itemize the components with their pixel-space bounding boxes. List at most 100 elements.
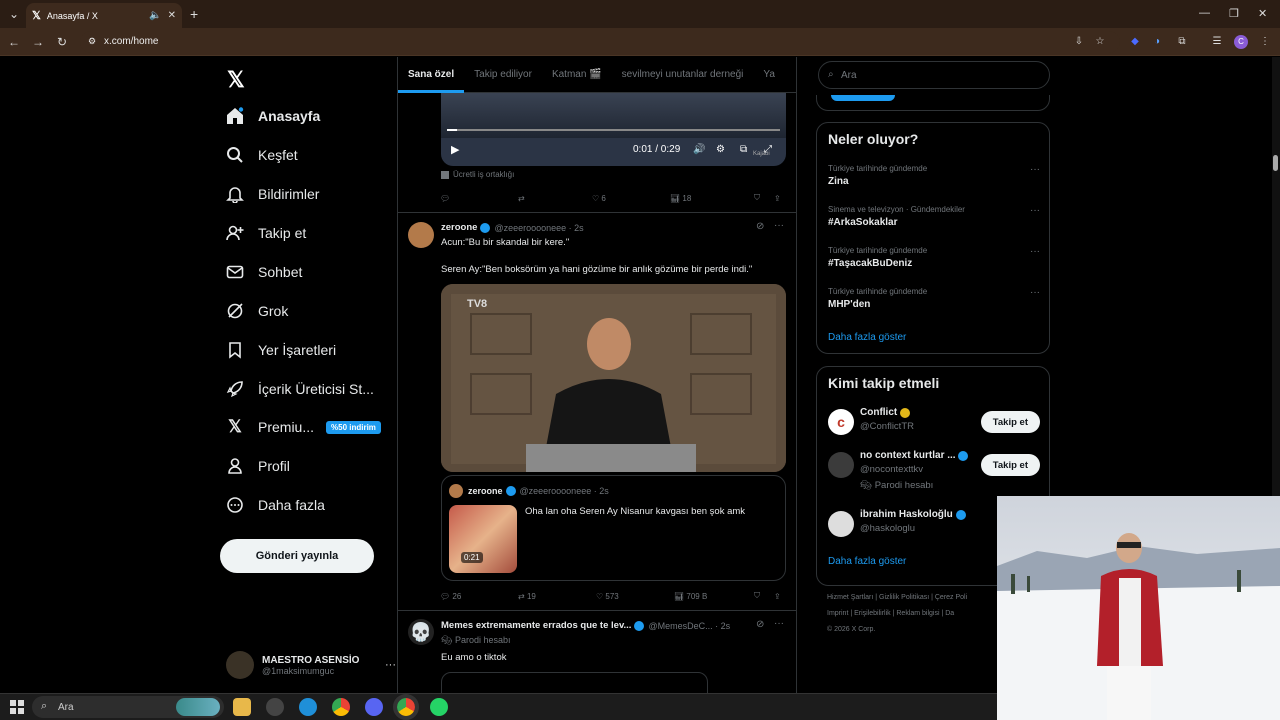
extension-2-icon[interactable]: ◑ (1150, 35, 1164, 49)
footer-links-1[interactable]: Hizmet Şartları | Gizlilik Politikası | … (827, 594, 967, 601)
trend-item[interactable]: Türkiye tarihinde gündemde #TaşacakBuDen… (828, 246, 1040, 269)
extension-1-icon[interactable]: ◆ (1128, 35, 1142, 49)
nav-more[interactable]: Daha fazla (226, 492, 325, 518)
chrome-active-icon[interactable] (393, 694, 419, 720)
trend-item[interactable]: Türkiye tarihinde gündemde MHP'den ··· (828, 287, 1040, 310)
quoted-post[interactable]: zeroone @zeeerooooneee · 2s 0:21 Oha lan… (441, 475, 786, 581)
browser-tab[interactable]: 𝕏 Anasayfa / X 🔈 ✕ (26, 3, 182, 28)
trend-more-icon[interactable]: ··· (1030, 205, 1040, 216)
post2-handle[interactable]: @zeeerooooneee (494, 223, 566, 233)
whatsapp-icon[interactable] (430, 698, 448, 716)
post3-time[interactable]: · 2s (715, 621, 730, 631)
nav-notifications[interactable]: Bildirimler (226, 181, 319, 207)
tab-for-you[interactable]: Sana özel (398, 57, 465, 93)
trends-show-more[interactable]: Daha fazla göster (828, 332, 906, 343)
post2-more-icon[interactable]: ··· (774, 220, 784, 231)
like-button[interactable]: ♡ 6 (592, 191, 670, 205)
post2-avatar[interactable] (408, 222, 434, 248)
grok-post-icon[interactable]: ⊘ (756, 221, 764, 232)
repost-button[interactable]: ⇄ (518, 191, 592, 205)
post3-media[interactable] (441, 672, 708, 693)
play-icon[interactable]: ▶ (451, 143, 459, 156)
tab-katman[interactable]: Katman 🎬 (542, 57, 612, 92)
share-button[interactable]: ⇪ (774, 191, 781, 205)
volume-icon[interactable]: 🔊 (693, 144, 705, 155)
close-tab-icon[interactable]: ✕ (168, 10, 176, 21)
tab-following[interactable]: Takip ediliyor (464, 57, 542, 92)
back-icon[interactable]: ← (6, 34, 22, 50)
install-app-icon[interactable]: ⇩ (1072, 35, 1086, 49)
follow-suggestion[interactable]: c Conflict @ConflictTR Takip et (828, 407, 1040, 443)
account-switcher[interactable]: MAESTRO ASENSİO @1maksimumguc ··· (226, 649, 396, 681)
nav-premium[interactable]: 𝕏 Premiu... %50 indirim (226, 414, 381, 440)
views-button[interactable]: 📊︎ 18 (670, 191, 754, 205)
site-info-icon[interactable]: ⚙ (88, 36, 96, 47)
like-button[interactable]: ♡ 573 (596, 589, 674, 603)
minimize-icon[interactable]: — (1199, 7, 1210, 19)
views-button[interactable]: 📊︎ 709 B (674, 589, 754, 603)
nav-grok[interactable]: Grok (226, 298, 288, 324)
video-progress-bar[interactable] (447, 129, 780, 131)
grok-post-icon[interactable]: ⊘ (756, 619, 764, 630)
post3-avatar[interactable]: 💀 (408, 619, 434, 645)
nav-bookmarks[interactable]: Yer İşaretleri (226, 337, 336, 363)
bookmark-button[interactable]: ⛉ (754, 191, 774, 205)
x-logo-icon[interactable]: 𝕏 (227, 67, 245, 93)
share-button[interactable]: ⇪ (774, 589, 781, 603)
edge-icon[interactable] (299, 698, 317, 716)
forward-icon[interactable]: → (30, 34, 46, 50)
fullscreen-icon[interactable]: ⤢ (764, 144, 772, 155)
video-player[interactable]: ▶ 0:01 / 0:29 🔊 ⚙ ⧉ Kajabi ⤢ (441, 93, 786, 166)
app-icon[interactable] (266, 698, 284, 716)
settings-icon[interactable]: ⚙ (716, 144, 725, 155)
footer-links-2[interactable]: Imprint | Erişilebilirlik | Reklam bilgi… (827, 610, 954, 617)
repost-button[interactable]: ⇄ 19 (518, 589, 596, 603)
post2-time[interactable]: · 2s (569, 223, 584, 233)
post3-more-icon[interactable]: ··· (774, 618, 784, 629)
who-show-more[interactable]: Daha fazla göster (828, 556, 906, 567)
post3-handle[interactable]: @MemesDeC... (648, 621, 712, 631)
trend-more-icon[interactable]: ··· (1030, 246, 1040, 257)
follow-button[interactable]: Takip et (980, 454, 1040, 476)
reply-button[interactable]: 💬︎ 26 (440, 589, 518, 603)
menu-kebab-icon[interactable]: ⋮ (1258, 35, 1272, 49)
address-bar[interactable]: ⚙ x.com/home (80, 31, 1120, 53)
trend-more-icon[interactable]: ··· (1030, 164, 1040, 175)
nav-chat[interactable]: Sohbet (226, 259, 302, 285)
profile-avatar-icon[interactable]: C (1234, 35, 1248, 49)
reading-list-icon[interactable]: ☰ (1210, 35, 1224, 49)
reply-button[interactable]: 💬︎ (440, 191, 518, 205)
bookmark-star-icon[interactable]: ☆ (1093, 35, 1107, 49)
tab-list[interactable]: sevilmeyi unutanlar derneği (612, 57, 754, 92)
post2-video[interactable]: TV8 (441, 284, 786, 472)
trend-item[interactable]: Türkiye tarihinde gündemde Zina ··· (828, 164, 1040, 187)
trend-item[interactable]: Sinema ve televizyon · Gündemdekiler #Ar… (828, 205, 1040, 228)
follow-button[interactable]: Takip et (980, 411, 1040, 433)
tab-truncated[interactable]: Ya (753, 57, 785, 92)
nav-home[interactable]: Anasayfa (226, 103, 320, 129)
search-input[interactable]: ⌕ Ara (818, 61, 1050, 89)
chrome-icon[interactable] (332, 698, 350, 716)
file-explorer-icon[interactable] (233, 698, 251, 716)
audio-icon[interactable]: 🔈 (149, 10, 161, 21)
new-tab-icon[interactable]: + (190, 6, 198, 22)
post3-author[interactable]: Memes extremamente errados que te lev... (441, 620, 631, 631)
restore-icon[interactable]: ❐ (1229, 7, 1239, 20)
nav-follow[interactable]: Takip et (226, 220, 306, 246)
discord-icon[interactable] (365, 698, 383, 716)
taskbar-search[interactable]: ⌕ Ara (32, 696, 224, 718)
reload-icon[interactable]: ↻ (54, 34, 70, 50)
follow-suggestion[interactable]: no context kurtlar ... @nocontexttkv 🎭︎ … (828, 450, 1040, 496)
windows-start-icon[interactable] (10, 700, 24, 714)
quote-video-thumb[interactable]: 0:21 (449, 505, 517, 573)
nav-explore[interactable]: Keşfet (226, 142, 298, 168)
pip-icon[interactable]: ⧉ (740, 144, 747, 155)
tab-list-icon[interactable]: ⌄ (6, 6, 22, 22)
subscribe-button-tail[interactable] (831, 95, 895, 101)
bookmark-button[interactable]: ⛉ (754, 589, 774, 603)
post-button[interactable]: Gönderi yayınla (220, 539, 374, 573)
trend-more-icon[interactable]: ··· (1030, 287, 1040, 298)
nav-profile[interactable]: Profil (226, 453, 290, 479)
nav-creator-studio[interactable]: İçerik Üreticisi St... (226, 376, 374, 402)
extensions-icon[interactable]: ⧉ (1175, 35, 1189, 49)
